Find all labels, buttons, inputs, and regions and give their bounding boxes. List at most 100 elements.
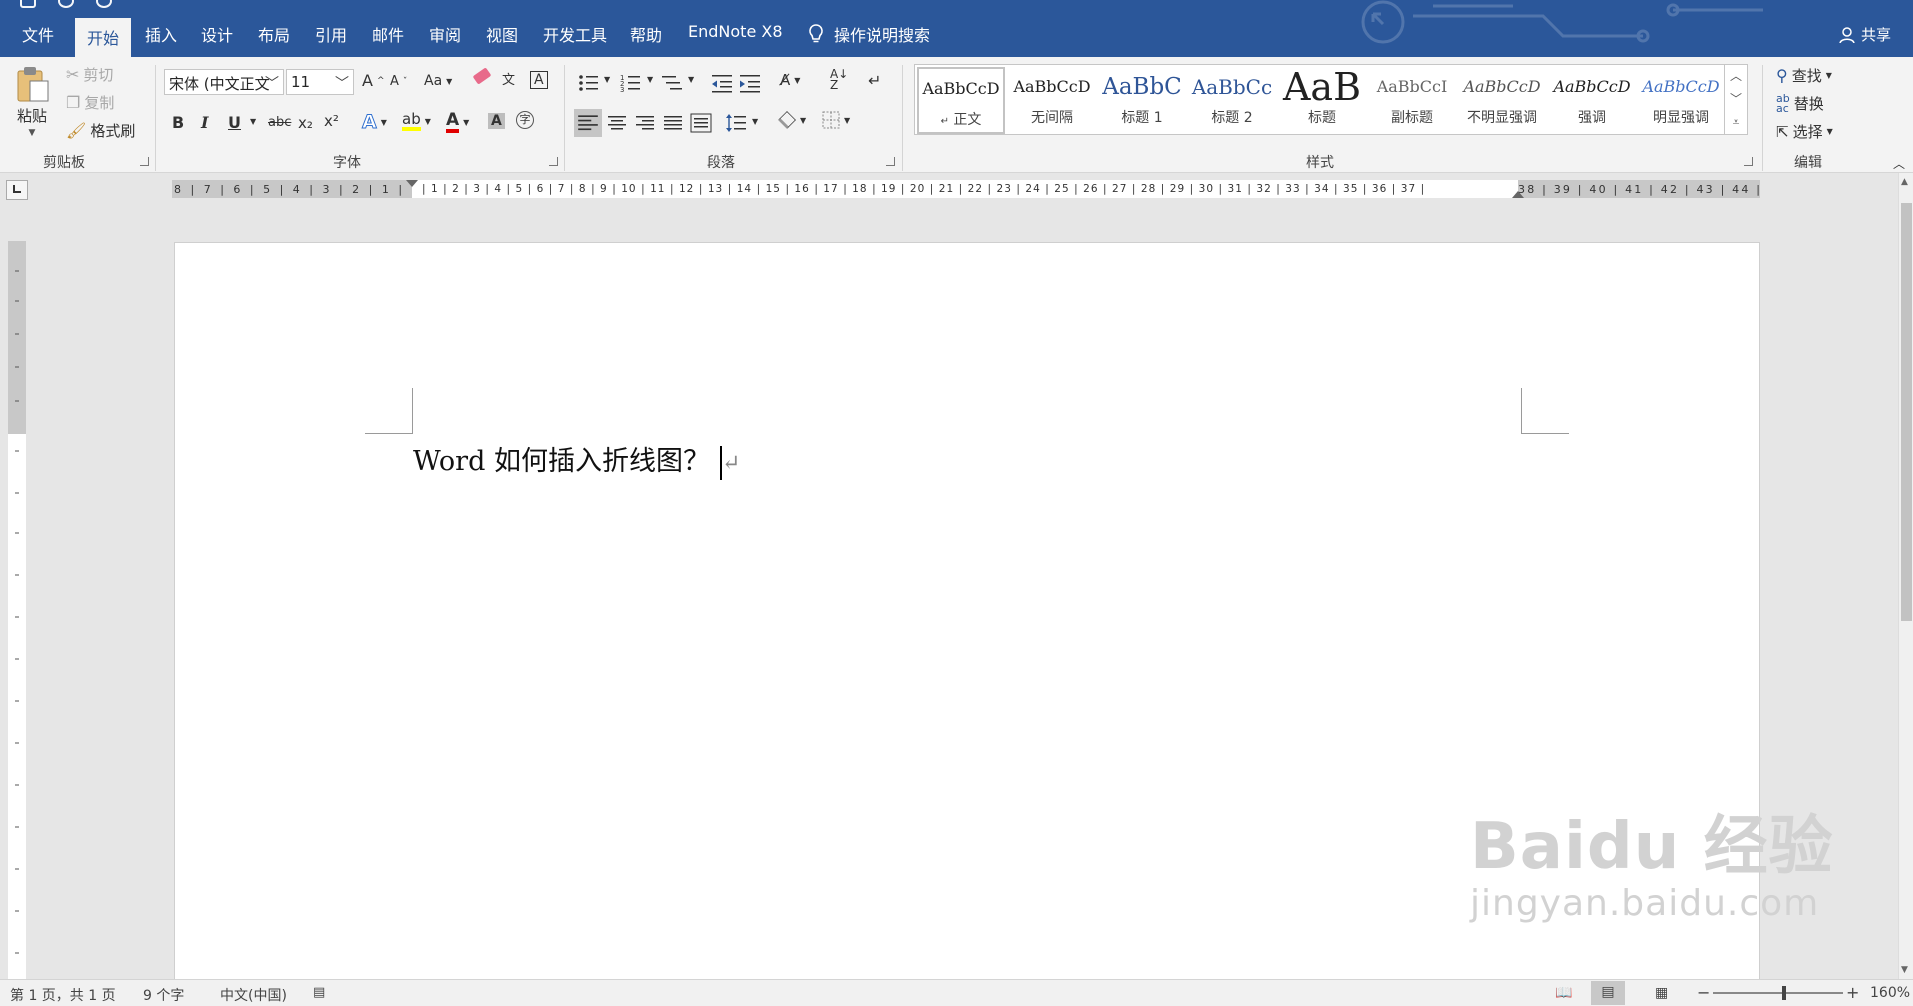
zoom-slider[interactable] [1713,992,1843,994]
phonetic-guide-button[interactable]: 文 [502,69,515,88]
tab-selector[interactable] [6,180,28,200]
line-spacing-dropdown-icon[interactable]: ▼ [752,117,758,126]
enclose-characters-button[interactable]: 字 [516,111,534,129]
borders-button[interactable]: ▼ [822,111,850,129]
share-button[interactable]: 共享 [1839,24,1891,45]
font-family-combo[interactable]: 宋体 (中文正文 ﹀ [164,69,284,95]
style-subtle-emphasis[interactable]: AaBbCcD 不明显强调 [1458,67,1546,134]
highlight-color-button[interactable]: ab ▼ [402,111,431,131]
find-button[interactable]: ⚲ 查找 ▼ [1776,65,1832,86]
multilevel-list-icon[interactable] [662,73,684,93]
style-intense-emphasis[interactable]: AaBbCcD 明显强调 [1638,67,1724,134]
align-left-icon[interactable] [574,109,602,137]
right-indent-marker[interactable] [1512,191,1524,198]
style-title[interactable]: AaB 标题 [1278,67,1366,134]
tab-view[interactable]: 视图 [486,22,518,46]
print-layout-icon[interactable]: ▤ [1591,981,1625,1005]
style-subtitle[interactable]: AaBbCcI 副标题 [1368,67,1456,134]
scroll-up-icon[interactable]: ▲ [1901,177,1908,187]
macro-record-icon[interactable]: ▤ [313,985,325,1000]
multilevel-dropdown-icon[interactable]: ▼ [688,75,694,84]
redo-icon[interactable] [96,0,112,8]
replace-button[interactable]: ab ac 替换 [1776,93,1824,114]
font-size-combo[interactable]: 11 ﹀ [286,69,354,95]
grow-font-button[interactable]: A ^ [362,71,385,90]
cut-button[interactable]: ✂ 剪切 [66,64,113,85]
character-border-button[interactable]: A [530,71,548,89]
tab-layout[interactable]: 布局 [258,22,290,46]
style-emphasis[interactable]: AaBbCcD 强调 [1548,67,1636,134]
bullets-icon[interactable] [578,73,600,93]
vertical-scrollbar[interactable]: ▲ ▼ [1898,173,1913,979]
vertical-ruler[interactable] [8,241,26,981]
page-count[interactable]: 第 1 页，共 1 页 [10,985,116,1005]
style-heading-1[interactable]: AaBbC 标题 1 [1098,67,1186,134]
clear-formatting-button[interactable] [472,67,492,85]
tab-developer[interactable]: 开发工具 [543,22,607,46]
zoom-in-icon[interactable]: + [1846,983,1859,1002]
style-normal[interactable]: AaBbCcD ↵ 正文 [917,67,1005,134]
tab-help[interactable]: 帮助 [630,22,662,46]
chevron-down-icon[interactable]: ﹀ [1725,88,1747,111]
align-right-icon[interactable] [634,113,656,133]
clipboard-launcher-icon[interactable] [140,157,149,166]
font-color-button[interactable]: A ▼ [446,111,469,133]
tab-design[interactable]: 设计 [201,22,233,46]
numbering-dropdown-icon[interactable]: ▼ [647,75,653,84]
chevron-up-icon[interactable]: ︿ [1725,65,1747,88]
line-spacing-icon[interactable] [726,113,748,133]
tab-file[interactable]: 文件 [22,22,54,46]
tab-mailings[interactable]: 邮件 [372,22,404,46]
scroll-down-icon[interactable]: ▼ [1901,965,1908,975]
scrollbar-thumb[interactable] [1901,203,1912,621]
chinese-layout-button[interactable]: A̸ ▼ [780,71,800,89]
subscript-button[interactable]: x₂ [298,114,313,132]
character-shading-button[interactable]: A [488,113,505,129]
change-case-button[interactable]: Aa ▼ [424,73,452,89]
more-styles-icon[interactable]: ⩡ [1725,111,1747,134]
distributed-icon[interactable] [690,113,712,133]
style-heading-2[interactable]: AaBbCc 标题 2 [1188,67,1276,134]
web-layout-icon[interactable]: ▦ [1655,985,1668,1001]
italic-button[interactable]: I [201,113,208,132]
horizontal-ruler[interactable]: 8 | 7 | 6 | 5 | 4 | 3 | 2 | 1 | | 1 | 2 … [172,180,1760,198]
superscript-button[interactable]: x² [324,112,339,130]
decrease-indent-icon[interactable] [712,73,734,93]
justify-icon[interactable] [662,113,684,133]
align-center-icon[interactable] [606,113,628,133]
paste-button[interactable]: 粘贴 ▼ [14,65,50,138]
style-no-spacing[interactable]: AaBbCcD 无间隔 [1008,67,1096,134]
tab-review[interactable]: 审阅 [429,22,461,46]
save-icon[interactable] [20,0,36,8]
undo-icon[interactable] [58,0,74,8]
zoom-level[interactable]: 160% [1870,985,1910,1001]
tell-me-search[interactable]: 操作说明搜索 [808,22,930,46]
copy-button[interactable]: ❐ 复制 [66,92,114,113]
styles-launcher-icon[interactable] [1744,157,1753,166]
zoom-out-icon[interactable]: − [1697,983,1710,1002]
underline-dropdown-icon[interactable]: ▼ [250,117,256,126]
shrink-font-button[interactable]: Aˇ [390,74,407,89]
bullets-dropdown-icon[interactable]: ▼ [604,75,610,84]
language-status[interactable]: 中文(中国) [220,985,287,1005]
tab-home[interactable]: 开始 [75,18,132,57]
shading-button[interactable]: ▼ [778,111,806,129]
tab-references[interactable]: 引用 [315,22,347,46]
bold-button[interactable]: B [172,113,184,132]
text-effects-button[interactable]: A ▼ [362,111,387,134]
strikethrough-button[interactable]: abc [268,115,291,130]
paragraph-launcher-icon[interactable] [886,157,895,166]
word-count[interactable]: 9 个字 [143,985,184,1005]
show-formatting-marks-button[interactable]: ↵ [868,71,881,90]
read-mode-icon[interactable]: 📖 [1555,985,1572,1001]
collapse-ribbon-icon[interactable]: ︿ [1893,155,1905,172]
tab-insert[interactable]: 插入 [145,22,177,46]
document-paragraph[interactable]: Word 如何插入折线图？ ↵ [413,439,740,480]
sort-button[interactable]: A↓ Z [830,68,848,91]
numbering-icon[interactable]: 123 [620,73,642,93]
tab-endnote[interactable]: EndNote X8 [688,22,783,41]
zoom-thumb[interactable] [1782,986,1786,1000]
select-button[interactable]: ⇱ 选择 ▼ [1776,121,1833,142]
format-painter-button[interactable]: 🖌 格式刷 [66,120,135,141]
underline-button[interactable]: U [228,113,241,132]
